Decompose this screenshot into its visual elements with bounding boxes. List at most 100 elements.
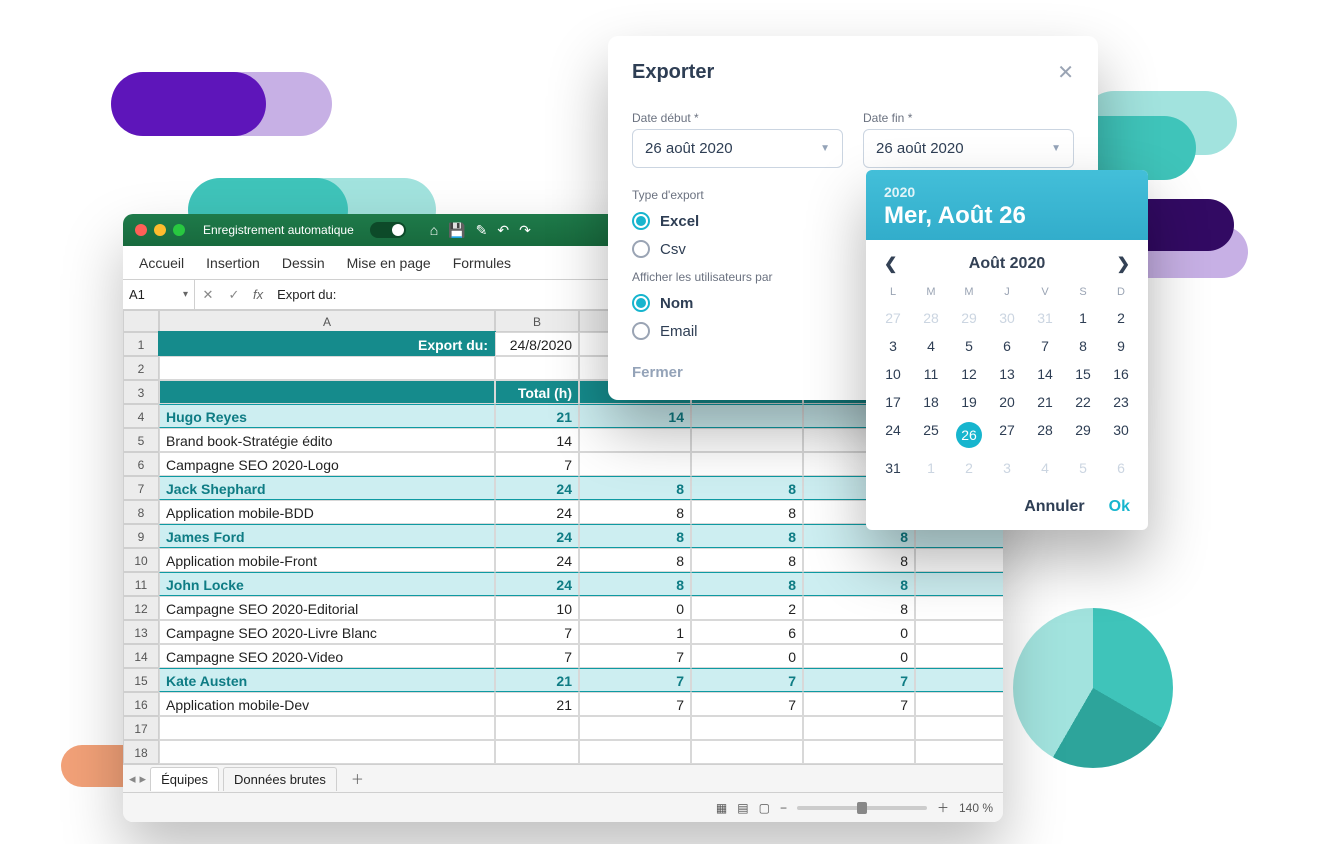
cell[interactable]: Campagne SEO 2020-Video [159, 644, 495, 668]
cell[interactable] [495, 716, 579, 740]
cell[interactable]: 8 [579, 572, 691, 596]
cell[interactable] [579, 428, 691, 452]
cell[interactable]: 7 [495, 452, 579, 476]
cell[interactable] [691, 404, 803, 428]
tab-mise-en-page[interactable]: Mise en page [347, 255, 431, 271]
calendar-day[interactable]: 9 [1102, 332, 1140, 360]
column-header[interactable]: B [495, 310, 579, 332]
column-header[interactable]: A [159, 310, 495, 332]
cell[interactable]: 7 [803, 668, 915, 692]
row-header[interactable]: 15 [123, 668, 159, 692]
cell[interactable] [495, 740, 579, 764]
cell[interactable] [691, 740, 803, 764]
cell[interactable]: 0 [915, 668, 1003, 692]
cell[interactable]: 0 [803, 620, 915, 644]
calendar-day[interactable]: 29 [1064, 416, 1102, 454]
calendar-day[interactable]: 11 [912, 360, 950, 388]
calendar-day-other-month[interactable]: 29 [950, 304, 988, 332]
row-header[interactable]: 6 [123, 452, 159, 476]
cell[interactable] [579, 740, 691, 764]
calendar-day[interactable]: 28 [1026, 416, 1064, 454]
calendar-day[interactable]: 20 [988, 388, 1026, 416]
cell[interactable]: Application mobile-BDD [159, 500, 495, 524]
cell[interactable]: 14 [579, 404, 691, 428]
cell[interactable] [579, 452, 691, 476]
cell[interactable]: 7 [691, 668, 803, 692]
calendar-day[interactable]: 31 [874, 454, 912, 482]
cell[interactable]: 24 [495, 524, 579, 548]
cell[interactable]: 14 [495, 428, 579, 452]
view-layout-icon[interactable]: ▤ [737, 801, 748, 815]
calendar-day[interactable]: 5 [950, 332, 988, 360]
calendar-day-other-month[interactable]: 2 [950, 454, 988, 482]
calendar-day[interactable]: 17 [874, 388, 912, 416]
cell[interactable]: 0 [915, 596, 1003, 620]
save-icon[interactable]: 💾 [448, 222, 465, 239]
cell[interactable]: 8 [915, 572, 1003, 596]
month-label[interactable]: Août 2020 [969, 255, 1045, 273]
date-start-input[interactable]: 26 août 2020 ▼ [632, 129, 843, 168]
close-icon[interactable] [135, 224, 147, 236]
calendar-day[interactable]: 27 [988, 416, 1026, 454]
row-header[interactable]: 4 [123, 404, 159, 428]
cell[interactable] [915, 548, 1003, 572]
cell[interactable]: 24 [495, 548, 579, 572]
calendar-day[interactable]: 16 [1102, 360, 1140, 388]
undo-icon[interactable]: ↶ [497, 222, 509, 239]
calendar-day[interactable]: 13 [988, 360, 1026, 388]
cell[interactable]: 8 [691, 500, 803, 524]
select-all-cell[interactable] [123, 310, 159, 332]
calendar-day-other-month[interactable]: 6 [1102, 454, 1140, 482]
row-header[interactable]: 8 [123, 500, 159, 524]
formula-value[interactable]: Export du: [269, 287, 336, 302]
cell[interactable]: 7 [691, 692, 803, 716]
cell[interactable]: 8 [579, 524, 691, 548]
calendar-day[interactable]: 21 [1026, 388, 1064, 416]
calendar-day[interactable]: 14 [1026, 360, 1064, 388]
cell[interactable]: Campagne SEO 2020-Livre Blanc [159, 620, 495, 644]
cell[interactable] [691, 428, 803, 452]
cell[interactable]: 0 [915, 644, 1003, 668]
cell[interactable]: 7 [803, 692, 915, 716]
calendar-day[interactable]: 4 [912, 332, 950, 360]
view-break-icon[interactable]: ▢ [759, 801, 770, 815]
cell[interactable]: James Ford [159, 524, 495, 548]
tab-formules[interactable]: Formules [453, 255, 511, 271]
row-header[interactable]: 12 [123, 596, 159, 620]
zoom-slider[interactable] [797, 806, 927, 810]
calendar-day-other-month[interactable]: 5 [1064, 454, 1102, 482]
cell[interactable]: 8 [691, 524, 803, 548]
cancel-formula-icon[interactable]: ✕ [195, 287, 221, 303]
cell[interactable] [915, 740, 1003, 764]
tab-insertion[interactable]: Insertion [206, 255, 260, 271]
calendar-day[interactable]: 3 [874, 332, 912, 360]
cell[interactable]: 8 [579, 548, 691, 572]
calendar-day[interactable]: 22 [1064, 388, 1102, 416]
cell[interactable]: 7 [495, 644, 579, 668]
cell[interactable]: 8 [579, 476, 691, 500]
sheet-nav-next[interactable]: ▸ [140, 771, 147, 787]
cell[interactable]: 7 [579, 668, 691, 692]
cell[interactable] [691, 452, 803, 476]
sheet-nav-prev[interactable]: ◂ [129, 771, 136, 787]
row-header[interactable]: 9 [123, 524, 159, 548]
cell[interactable]: 8 [803, 548, 915, 572]
ok-button[interactable]: Ok [1109, 498, 1130, 516]
cell[interactable]: 8 [803, 572, 915, 596]
calendar-day[interactable]: 2 [1102, 304, 1140, 332]
row-header[interactable]: 14 [123, 644, 159, 668]
cell[interactable]: 0 [915, 692, 1003, 716]
row-header[interactable]: 7 [123, 476, 159, 500]
tab-dessin[interactable]: Dessin [282, 255, 325, 271]
cell[interactable] [159, 380, 495, 404]
calendar-day-other-month[interactable]: 28 [912, 304, 950, 332]
edit-icon[interactable]: ✎ [476, 222, 488, 239]
cancel-button[interactable]: Annuler [1024, 498, 1084, 516]
tab-accueil[interactable]: Accueil [139, 255, 184, 271]
zoom-out-button[interactable]: − [780, 801, 787, 815]
autosave-toggle[interactable] [370, 222, 406, 238]
cell[interactable]: 7 [495, 620, 579, 644]
calendar-day[interactable]: 7 [1026, 332, 1064, 360]
row-header[interactable]: 18 [123, 740, 159, 764]
name-box[interactable]: A1 ▾ [123, 280, 195, 309]
